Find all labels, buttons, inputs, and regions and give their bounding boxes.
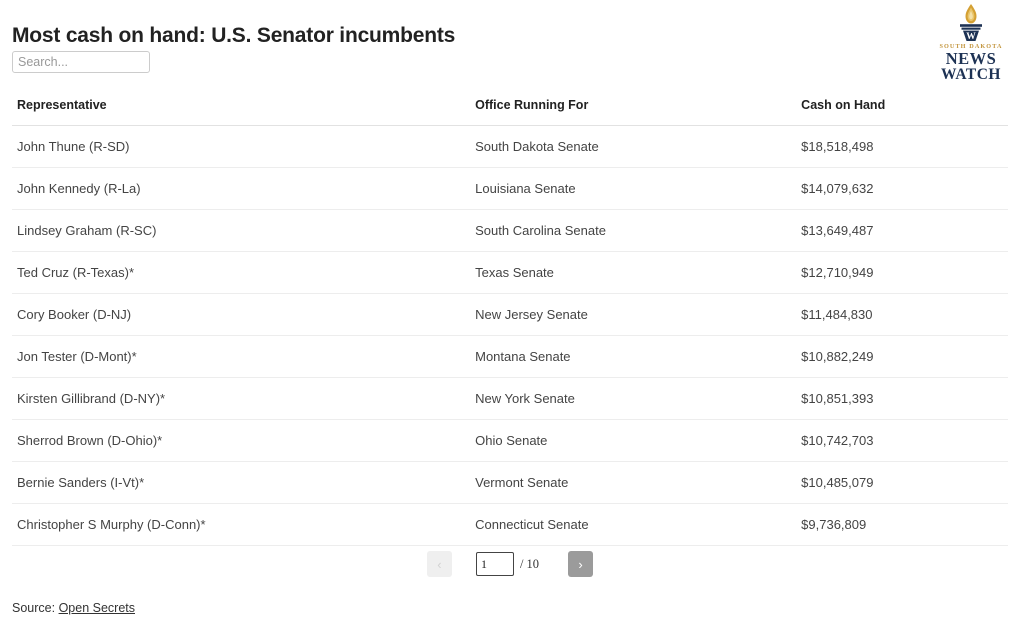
cell-office: Montana Senate bbox=[470, 335, 797, 378]
cell-cash: $13,649,487 bbox=[796, 209, 1008, 252]
column-header-office[interactable]: Office Running For bbox=[470, 98, 797, 126]
logo-line-news: NEWS bbox=[945, 49, 997, 68]
cell-cash: $10,851,393 bbox=[796, 377, 1008, 420]
cell-office: South Dakota Senate bbox=[470, 125, 797, 168]
cell-cash: $10,742,703 bbox=[796, 419, 1008, 462]
table-row: Christopher S Murphy (D-Conn)* Connecticu… bbox=[12, 503, 1008, 546]
table-row: Bernie Sanders (I-Vt)* Vermont Senate $10,… bbox=[12, 461, 1008, 504]
cell-office: New York Senate bbox=[470, 377, 797, 420]
source-prefix-label: Source: bbox=[12, 601, 59, 615]
cell-cash: $10,485,079 bbox=[796, 461, 1008, 504]
column-header-representative[interactable]: Representative bbox=[12, 98, 471, 126]
next-page-button[interactable]: › bbox=[568, 551, 594, 577]
column-header-cash[interactable]: Cash on Hand bbox=[796, 98, 1008, 126]
cell-office: Louisiana Senate bbox=[470, 167, 797, 210]
cell-representative: Sherrod Brown (D-Ohio)* bbox=[12, 419, 471, 462]
logo-line-watch: WATCH bbox=[941, 66, 1001, 83]
table-body: John Thune (R-SD) South Dakota Senate $18,… bbox=[12, 125, 1008, 546]
cell-representative: John Thune (R-SD) bbox=[12, 125, 471, 168]
table-row: Kirsten Gillibrand (D-NY)* New York Senat… bbox=[12, 377, 1008, 420]
cell-office: Vermont Senate bbox=[470, 461, 797, 504]
table-row: John Kennedy (R-La) Louisiana Senate $14,0… bbox=[12, 167, 1008, 210]
torch-flame-icon: W bbox=[960, 4, 982, 42]
table-row: Ted Cruz (R-Texas)* Texas Senate $12,710,9… bbox=[12, 251, 1008, 294]
cell-cash: $12,710,949 bbox=[796, 251, 1008, 294]
cell-cash: $9,736,809 bbox=[796, 503, 1008, 546]
cell-representative: Ted Cruz (R-Texas)* bbox=[12, 251, 471, 294]
table-row: Cory Booker (D-NJ) New Jersey Senate $11,4… bbox=[12, 293, 1008, 336]
cell-representative: Christopher S Murphy (D-Conn)* bbox=[12, 503, 471, 546]
cell-cash: $11,484,830 bbox=[796, 293, 1008, 336]
table-row: Sherrod Brown (D-Ohio)* Ohio Senate $10,74… bbox=[12, 419, 1008, 462]
table-head: Representative Office Running For Cash o… bbox=[12, 98, 1008, 126]
svg-text:W: W bbox=[966, 32, 976, 42]
cell-representative: Bernie Sanders (I-Vt)* bbox=[12, 461, 471, 504]
cell-office: Texas Senate bbox=[470, 251, 797, 294]
cell-cash: $18,518,498 bbox=[796, 125, 1008, 168]
page-number-input[interactable] bbox=[475, 552, 514, 576]
cell-representative: Kirsten Gillibrand (D-NY)* bbox=[12, 377, 471, 420]
table-header-row: Representative Office Running For Cash o… bbox=[12, 98, 1008, 126]
cell-cash: $14,079,632 bbox=[796, 167, 1008, 210]
cell-cash: $10,882,249 bbox=[796, 335, 1008, 378]
cell-office: Ohio Senate bbox=[470, 419, 797, 462]
cell-representative: Jon Tester (D-Mont)* bbox=[12, 335, 471, 378]
search-input[interactable] bbox=[12, 51, 150, 73]
source-line: Source: Open Secrets bbox=[12, 601, 135, 615]
cell-office: Connecticut Senate bbox=[470, 503, 797, 546]
pagination-controls: ‹ / 10 › bbox=[0, 551, 1020, 577]
source-link[interactable]: Open Secrets bbox=[59, 601, 135, 615]
cell-office: New Jersey Senate bbox=[470, 293, 797, 336]
table-row: Lindsey Graham (R-SC) South Carolina Sena… bbox=[12, 209, 1008, 252]
previous-page-button[interactable]: ‹ bbox=[426, 551, 452, 577]
table-row: John Thune (R-SD) South Dakota Senate $18,… bbox=[12, 125, 1008, 168]
site-logo: W SOUTH DAKOTA NEWS WATCH bbox=[938, 2, 1004, 83]
page-root: Most cash on hand: U.S. Senator incumben… bbox=[0, 0, 1020, 629]
incumbents-table: Representative Office Running For Cash o… bbox=[12, 98, 1008, 546]
cell-office: South Carolina Senate bbox=[470, 209, 797, 252]
page-total-label: / 10 bbox=[519, 556, 540, 571]
cell-representative: Cory Booker (D-NJ) bbox=[12, 293, 471, 336]
table-row: Jon Tester (D-Mont)* Montana Senate $10,88… bbox=[12, 335, 1008, 378]
cell-representative: Lindsey Graham (R-SC) bbox=[12, 209, 471, 252]
cell-representative: John Kennedy (R-La) bbox=[12, 167, 471, 210]
page-title: Most cash on hand: U.S. Senator incumben… bbox=[12, 24, 456, 48]
